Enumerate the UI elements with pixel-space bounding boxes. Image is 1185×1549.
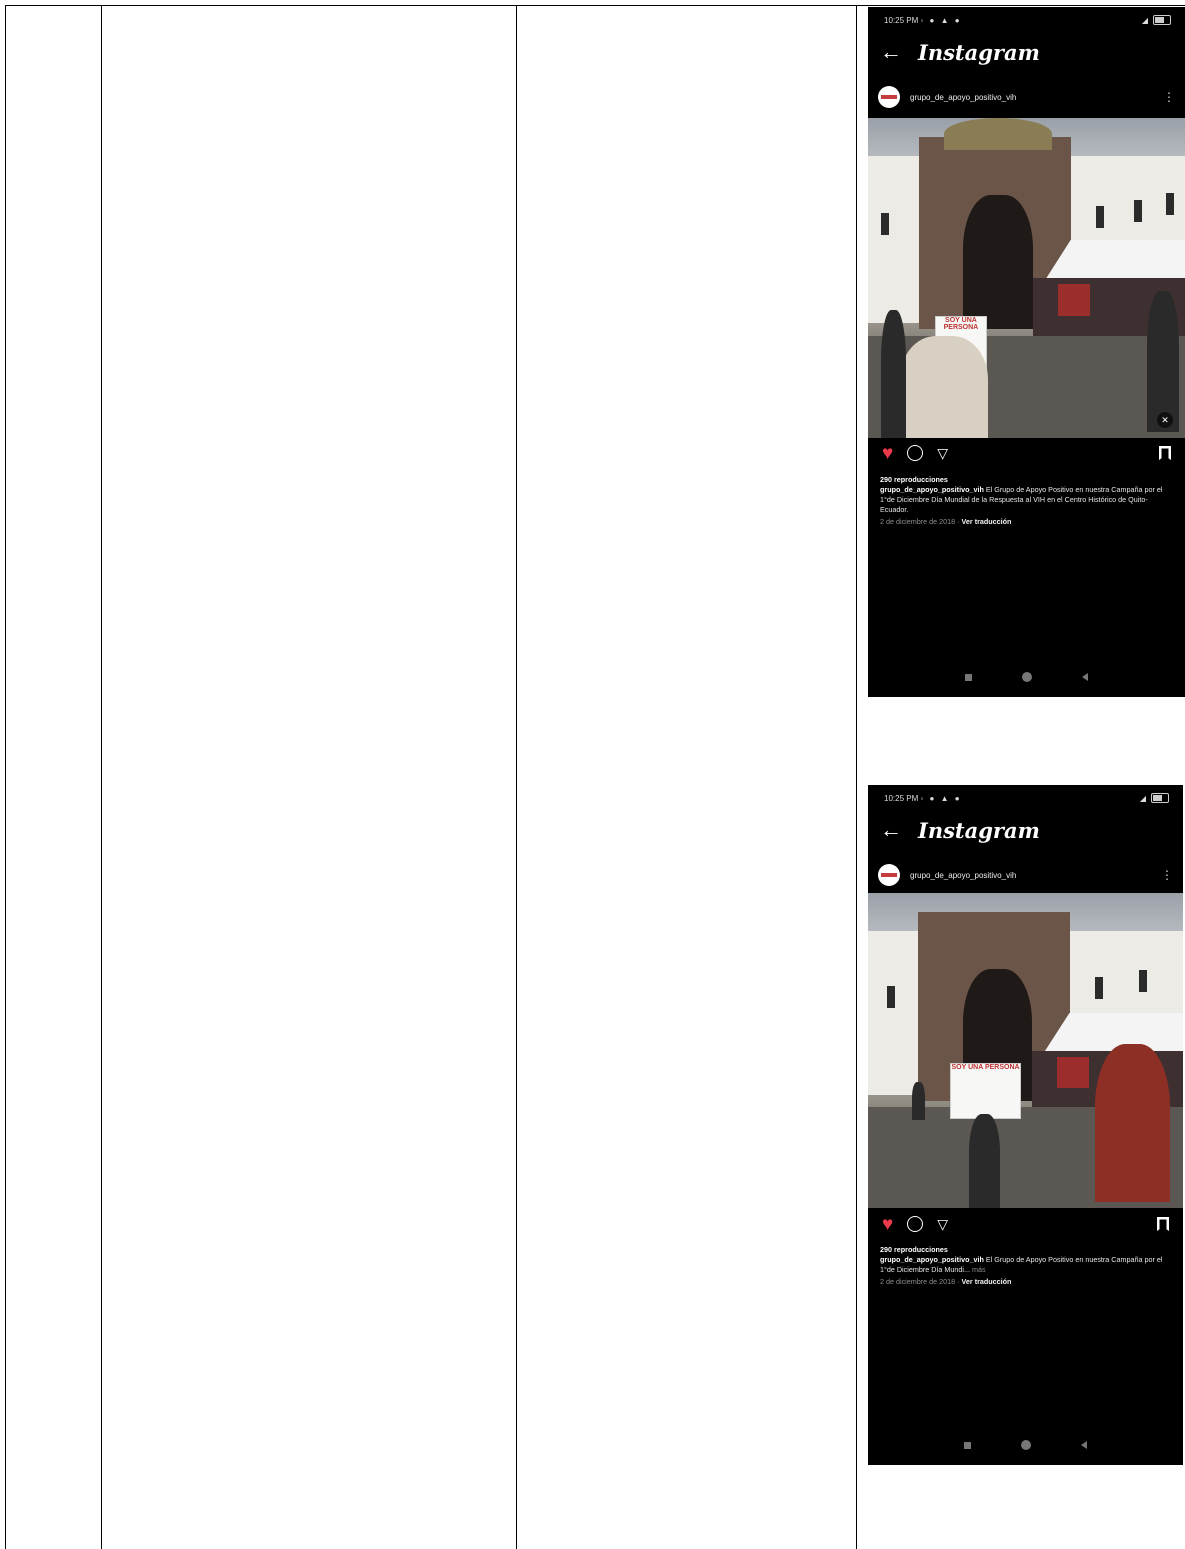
status-time: 10:25 PM <box>884 793 919 803</box>
home-icon[interactable] <box>1021 1440 1031 1450</box>
app-bar: ← Instagram <box>880 815 1040 845</box>
post-username[interactable]: grupo_de_apoyo_positivo_vih <box>910 871 1161 880</box>
home-icon[interactable] <box>1022 672 1032 682</box>
table-column-divider <box>5 5 6 1549</box>
table-column-divider <box>101 5 102 1549</box>
app-bar: ← Instagram <box>880 37 1040 67</box>
heart-icon[interactable]: ♥ <box>882 1215 893 1234</box>
post-video[interactable]: SOY UNA PERSONA ✕ <box>868 118 1185 438</box>
post-header: grupo_de_apoyo_positivo_vih ⋮ <box>878 863 1173 887</box>
status-bar: 10:25 PM ◦ ● ▲ ● ◢ <box>884 13 1171 27</box>
comment-icon[interactable] <box>907 1216 924 1232</box>
android-nav-bar <box>868 667 1185 687</box>
post-actions: ♥ ▽ <box>882 1213 1169 1235</box>
translate-link[interactable]: Ver traducción <box>962 517 1012 526</box>
post-date: 2 de diciembre de 2018 <box>880 1277 956 1286</box>
battery-icon <box>1153 15 1171 25</box>
views-count: 290 reproducciones <box>880 1245 948 1254</box>
post-username[interactable]: grupo_de_apoyo_positivo_vih <box>910 93 1163 102</box>
recents-icon[interactable] <box>964 1441 971 1449</box>
back-arrow-icon[interactable]: ← <box>880 819 902 841</box>
avatar[interactable] <box>878 86 900 108</box>
table-column-divider <box>856 5 857 1549</box>
share-icon[interactable]: ▽ <box>937 445 948 462</box>
caption-username[interactable]: grupo_de_apoyo_positivo_vih <box>880 485 984 494</box>
caption-more-link[interactable]: más <box>972 1265 986 1274</box>
post-actions: ♥ ▽ <box>882 442 1171 464</box>
comment-icon[interactable] <box>907 445 924 461</box>
status-time: 10:25 PM <box>884 15 919 25</box>
caption-username[interactable]: grupo_de_apoyo_positivo_vih <box>880 1255 984 1264</box>
views-count: 290 reproducciones <box>880 475 948 484</box>
instagram-screenshot-2: 10:25 PM ◦ ● ▲ ● ◢ ← Instagram grupo_de_… <box>868 785 1183 1465</box>
table-column-divider <box>516 5 517 1549</box>
bookmark-icon[interactable] <box>1159 446 1171 460</box>
more-options-icon[interactable]: ⋮ <box>1161 868 1173 882</box>
more-options-icon[interactable]: ⋮ <box>1163 90 1175 104</box>
post-video[interactable]: SOY UNA PERSONA <box>868 893 1183 1208</box>
table-top-border <box>5 5 1185 6</box>
share-icon[interactable]: ▽ <box>937 1216 948 1233</box>
nav-back-icon[interactable] <box>1082 673 1088 681</box>
mute-icon[interactable]: ✕ <box>1157 412 1173 428</box>
instagram-screenshot-1: 10:25 PM ◦ ● ▲ ● ◢ ← Instagram grupo_de_… <box>868 7 1185 697</box>
post-header: grupo_de_apoyo_positivo_vih ⋮ <box>878 85 1175 109</box>
post-caption: 290 reproducciones grupo_de_apoyo_positi… <box>880 1245 1173 1287</box>
status-bar: 10:25 PM ◦ ● ▲ ● ◢ <box>884 791 1169 805</box>
recents-icon[interactable] <box>965 673 972 681</box>
heart-icon[interactable]: ♥ <box>882 444 893 463</box>
nav-back-icon[interactable] <box>1081 1441 1087 1449</box>
post-date: 2 de diciembre de 2018 <box>880 517 956 526</box>
protest-sign: SOY UNA PERSONA <box>949 1063 1022 1119</box>
app-title: Instagram <box>918 817 1040 843</box>
avatar[interactable] <box>878 864 900 886</box>
bookmark-icon[interactable] <box>1157 1217 1169 1231</box>
app-title: Instagram <box>918 39 1040 65</box>
battery-icon <box>1151 793 1169 803</box>
translate-link[interactable]: Ver traducción <box>962 1277 1012 1286</box>
post-caption: 290 reproducciones grupo_de_apoyo_positi… <box>880 475 1175 527</box>
android-nav-bar <box>868 1435 1183 1455</box>
back-arrow-icon[interactable]: ← <box>880 41 902 63</box>
